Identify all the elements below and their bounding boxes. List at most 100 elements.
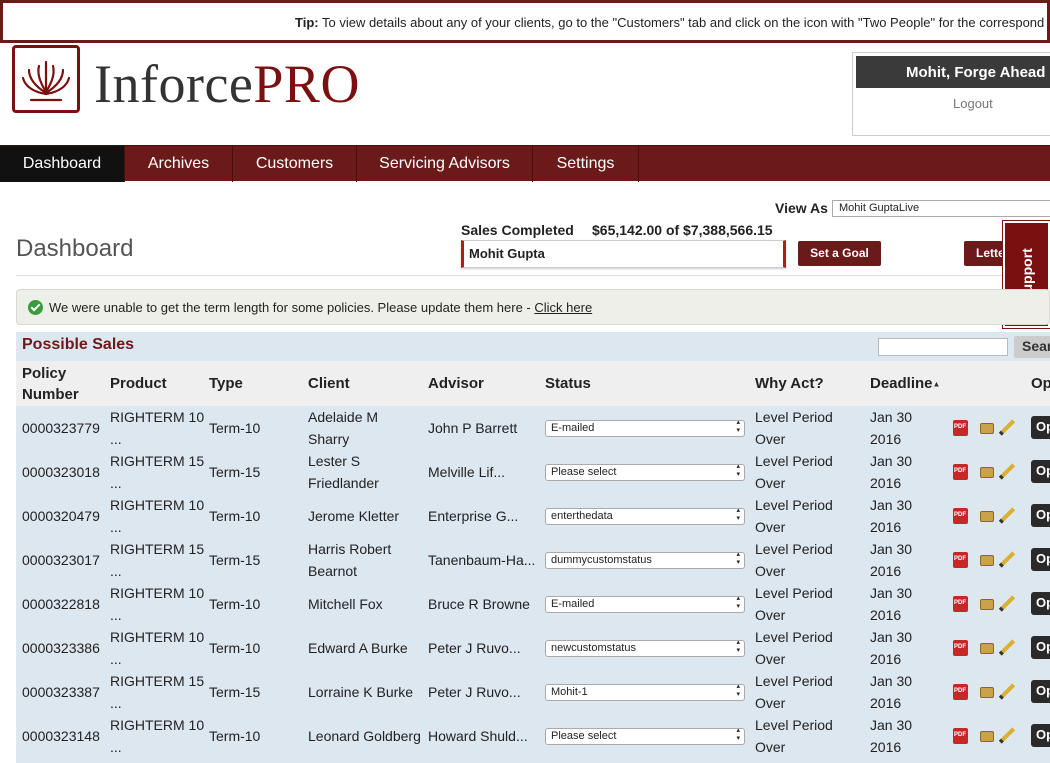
op-button[interactable]: Op bbox=[1031, 504, 1050, 527]
nav-settings[interactable]: Settings bbox=[533, 146, 639, 182]
cell-client-line2: Sharry bbox=[308, 431, 350, 447]
op-button[interactable]: Op bbox=[1031, 548, 1050, 571]
inforcepro-logo[interactable]: InforcePRO bbox=[12, 45, 392, 120]
pencil-icon[interactable] bbox=[998, 639, 1016, 656]
cell-client[interactable]: Mitchell Fox bbox=[308, 593, 383, 615]
logout-link[interactable]: Logout bbox=[853, 96, 1050, 111]
cell-policy-number[interactable]: 0000323386 bbox=[22, 637, 100, 659]
op-button[interactable]: Op bbox=[1031, 460, 1050, 483]
possible-sales-panel: Possible Sales Sear Policy Number Product… bbox=[16, 332, 1050, 763]
nav-archives[interactable]: Archives bbox=[125, 146, 233, 182]
cell-deadline-line1: Jan 30 bbox=[870, 673, 913, 689]
cell-client[interactable]: Adelaide M Sharry bbox=[308, 406, 378, 450]
cell-advisor[interactable]: Peter J Ruvo... bbox=[428, 681, 521, 703]
cell-product-name: RIGHTERM 10 bbox=[110, 585, 205, 601]
table-search-button[interactable]: Sear bbox=[1014, 336, 1050, 358]
th-policy-number[interactable]: Policy Number bbox=[22, 363, 79, 408]
status-select[interactable]: Mohit-1 bbox=[545, 683, 745, 701]
pencil-icon[interactable] bbox=[998, 551, 1016, 568]
briefcase-icon[interactable] bbox=[980, 731, 994, 742]
op-button[interactable]: Op bbox=[1031, 724, 1050, 747]
op-button[interactable]: Op bbox=[1031, 680, 1050, 703]
pencil-icon[interactable] bbox=[998, 683, 1016, 700]
cell-deadline-line2: 2016 bbox=[870, 695, 902, 711]
cell-advisor[interactable]: Howard Shuld... bbox=[428, 725, 528, 747]
nav-servicing-advisors[interactable]: Servicing Advisors bbox=[357, 146, 533, 182]
briefcase-icon[interactable] bbox=[980, 687, 994, 698]
briefcase-icon[interactable] bbox=[980, 423, 994, 434]
cell-policy-number[interactable]: 0000323017 bbox=[22, 549, 100, 571]
view-as-select[interactable]: Mohit GuptaLive bbox=[832, 200, 1050, 217]
pdf-icon[interactable] bbox=[953, 684, 968, 700]
briefcase-icon[interactable] bbox=[980, 511, 994, 522]
pdf-icon[interactable] bbox=[953, 508, 968, 524]
tip-message: Tip: To view details about any of your c… bbox=[295, 15, 1044, 30]
status-select[interactable]: enterthedata bbox=[545, 507, 745, 525]
cell-type: Term-15 bbox=[209, 684, 261, 700]
cell-product-more: ... bbox=[110, 651, 122, 667]
status-select[interactable]: Please select bbox=[545, 463, 745, 481]
pdf-icon[interactable] bbox=[953, 464, 968, 480]
cell-product-name: RIGHTERM 15 bbox=[110, 541, 205, 557]
pencil-icon[interactable] bbox=[998, 595, 1016, 612]
cell-why-line2: Over bbox=[755, 519, 786, 535]
cell-advisor[interactable]: Tanenbaum-Ha... bbox=[428, 549, 535, 571]
cell-policy-number[interactable]: 0000323018 bbox=[22, 461, 100, 483]
alert-text: We were unable to get the term length fo… bbox=[49, 300, 535, 315]
op-button[interactable]: Op bbox=[1031, 592, 1050, 615]
cell-deadline-line2: 2016 bbox=[870, 563, 902, 579]
table-search-input[interactable] bbox=[878, 338, 1008, 356]
nav-dashboard[interactable]: Dashboard bbox=[0, 146, 125, 182]
cell-deadline-line2: 2016 bbox=[870, 431, 902, 447]
cell-advisor[interactable]: Bruce R Browne bbox=[428, 593, 530, 615]
cell-advisor[interactable]: Melville Lif... bbox=[428, 461, 505, 483]
cell-why-act: Level Period Over bbox=[755, 714, 833, 758]
pencil-icon[interactable] bbox=[998, 419, 1016, 436]
pencil-icon[interactable] bbox=[998, 727, 1016, 744]
cell-policy-number[interactable]: 0000323148 bbox=[22, 725, 100, 747]
cell-advisor[interactable]: John P Barrett bbox=[428, 417, 517, 439]
cell-product-name: RIGHTERM 15 bbox=[110, 673, 205, 689]
cell-client[interactable]: Harris Robert Bearnot bbox=[308, 538, 391, 582]
cell-client[interactable]: Leonard Goldberg bbox=[308, 725, 421, 747]
pdf-icon[interactable] bbox=[953, 728, 968, 744]
briefcase-icon[interactable] bbox=[980, 643, 994, 654]
cell-product-name: RIGHTERM 10 bbox=[110, 409, 205, 425]
pdf-icon[interactable] bbox=[953, 640, 968, 656]
set-goal-button[interactable]: Set a Goal bbox=[798, 241, 881, 266]
cell-why-line2: Over bbox=[755, 739, 786, 755]
cell-advisor[interactable]: Peter J Ruvo... bbox=[428, 637, 521, 659]
briefcase-icon[interactable] bbox=[980, 555, 994, 566]
status-select[interactable]: E-mailed bbox=[545, 595, 745, 613]
briefcase-icon[interactable] bbox=[980, 467, 994, 478]
briefcase-icon[interactable] bbox=[980, 599, 994, 610]
th-policy-line2: Number bbox=[22, 386, 79, 403]
nav-customers[interactable]: Customers bbox=[233, 146, 357, 182]
pencil-icon[interactable] bbox=[998, 463, 1016, 480]
cell-product-name: RIGHTERM 10 bbox=[110, 717, 205, 733]
cell-policy-number[interactable]: 0000320479 bbox=[22, 505, 100, 527]
cell-client[interactable]: Lorraine K Burke bbox=[308, 681, 413, 703]
cell-client[interactable]: Jerome Kletter bbox=[308, 505, 399, 527]
pencil-icon[interactable] bbox=[998, 507, 1016, 524]
cell-product: RIGHTERM 10... bbox=[110, 626, 204, 670]
status-select[interactable]: newcustomstatus bbox=[545, 639, 745, 657]
op-button[interactable]: Op bbox=[1031, 416, 1050, 439]
cell-client[interactable]: Edward A Burke bbox=[308, 637, 408, 659]
click-here-link[interactable]: Click here bbox=[534, 300, 592, 315]
cell-why-act: Level Period Over bbox=[755, 406, 833, 450]
status-select[interactable]: Please select bbox=[545, 727, 745, 745]
cell-policy-number[interactable]: 0000323387 bbox=[22, 681, 100, 703]
cell-policy-number[interactable]: 0000322818 bbox=[22, 593, 100, 615]
cell-policy-number[interactable]: 0000323779 bbox=[22, 417, 100, 439]
pdf-icon[interactable] bbox=[953, 552, 968, 568]
cell-type: Term-10 bbox=[209, 596, 261, 612]
cell-advisor[interactable]: Enterprise G... bbox=[428, 505, 518, 527]
pdf-icon[interactable] bbox=[953, 420, 968, 436]
op-button[interactable]: Op bbox=[1031, 636, 1050, 659]
cell-product-more: ... bbox=[110, 519, 122, 535]
status-select[interactable]: dummycustomstatus bbox=[545, 551, 745, 569]
pdf-icon[interactable] bbox=[953, 596, 968, 612]
status-select[interactable]: E-mailed bbox=[545, 419, 745, 437]
cell-client[interactable]: Lester S Friedlander bbox=[308, 450, 379, 494]
